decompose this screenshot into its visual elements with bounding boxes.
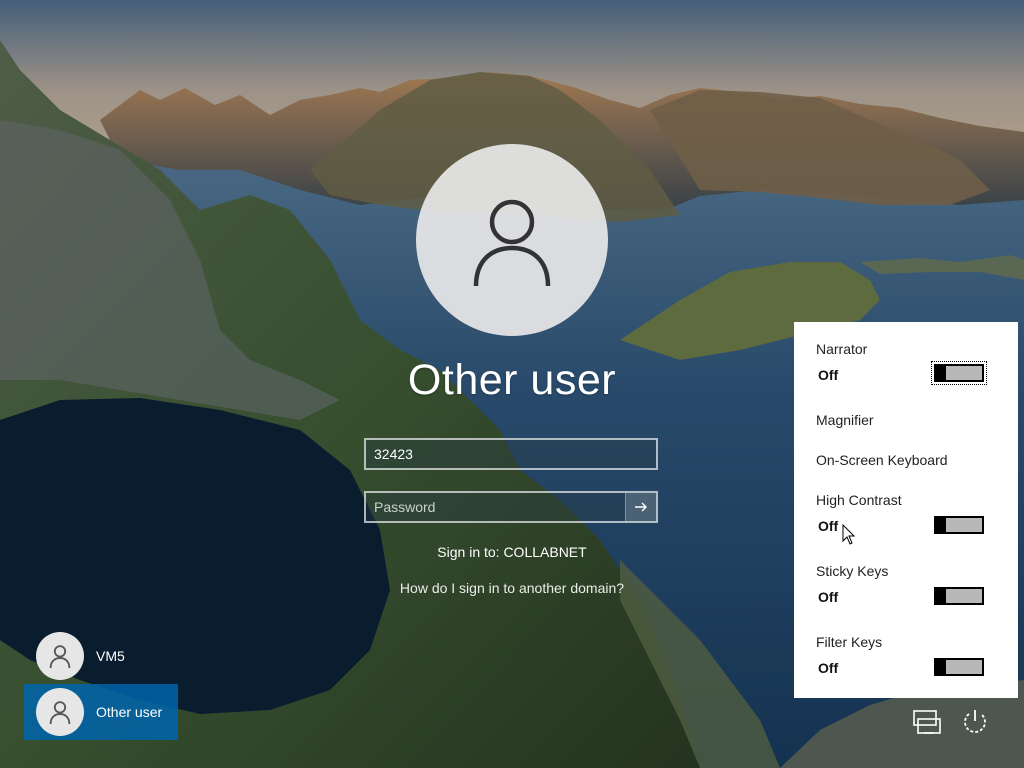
sign-in-domain-label: Sign in to: COLLABNET	[437, 544, 587, 560]
sticky-keys-state: Off	[818, 589, 839, 605]
user-avatar-large	[416, 144, 608, 336]
high-contrast-label: High Contrast	[816, 492, 902, 508]
password-input[interactable]	[366, 493, 625, 521]
ease-of-access-panel: Narrator Off Magnifier On-Screen Keyboar…	[794, 322, 1018, 698]
user-silhouette-icon	[49, 701, 71, 725]
username-field[interactable]	[364, 438, 658, 470]
username-input[interactable]	[366, 440, 656, 468]
narrator-label: Narrator	[816, 341, 868, 357]
submit-button[interactable]	[625, 493, 656, 521]
sticky-keys-label: Sticky Keys	[816, 563, 889, 579]
user-name-label: VM5	[96, 648, 125, 664]
filter-keys-state: Off	[818, 660, 839, 676]
avatar	[36, 688, 84, 736]
user-item-other-user[interactable]: Other user	[24, 684, 178, 740]
user-item-vm5[interactable]: VM5	[24, 628, 178, 684]
filter-keys-toggle[interactable]	[934, 658, 984, 676]
user-name-label: Other user	[96, 704, 163, 720]
other-domain-link[interactable]: How do I sign in to another domain?	[312, 580, 712, 596]
high-contrast-toggle[interactable]	[934, 516, 984, 534]
user-silhouette-icon	[49, 645, 71, 669]
network-icon-glyph	[913, 710, 941, 734]
narrator-state: Off	[818, 367, 839, 383]
high-contrast-state: Off	[818, 518, 839, 534]
mouse-cursor-icon	[842, 524, 856, 545]
sticky-keys-toggle[interactable]	[934, 587, 984, 605]
on-screen-keyboard-item[interactable]: On-Screen Keyboard	[816, 452, 948, 468]
filter-keys-label: Filter Keys	[816, 634, 883, 650]
network-icon[interactable]	[910, 705, 944, 739]
magnifier-item[interactable]: Magnifier	[816, 412, 874, 428]
narrator-toggle[interactable]	[931, 361, 987, 385]
selected-user-name: Other user	[407, 356, 617, 404]
user-silhouette-icon	[473, 199, 551, 287]
power-icon[interactable]	[958, 705, 992, 739]
password-field[interactable]	[364, 491, 658, 523]
power-icon-glyph	[964, 710, 986, 733]
avatar	[36, 632, 84, 680]
arrow-right-icon	[635, 502, 647, 512]
